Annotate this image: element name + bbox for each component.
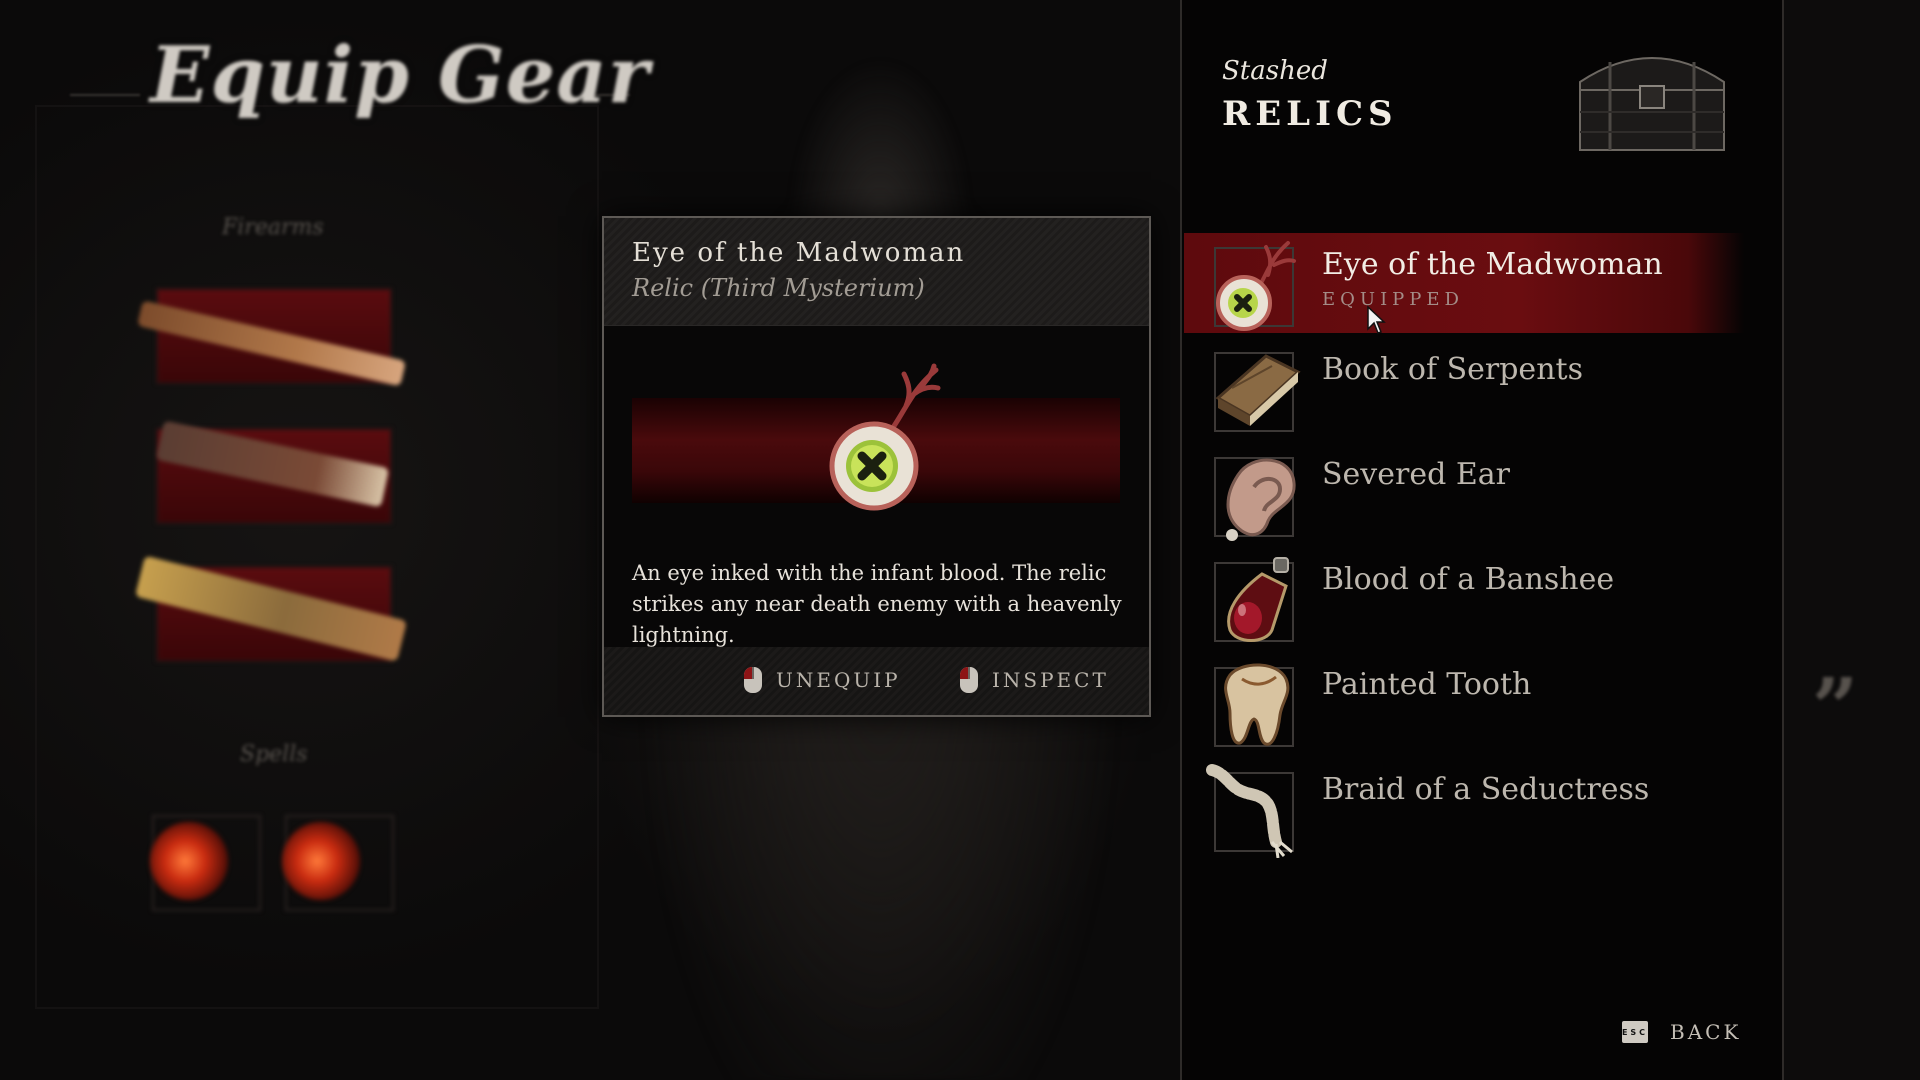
quote-ornament-icon: ”: [1812, 660, 1859, 754]
eye-relic-icon: [796, 348, 976, 528]
left-mouse-icon: [744, 667, 762, 693]
stash-subtitle: Stashed: [1222, 56, 1328, 86]
relic-name: Severed Ear: [1322, 457, 1510, 492]
relic-item-eye-of-the-madwoman[interactable]: Eye of the Madwoman EQUIPPED: [1184, 233, 1744, 333]
book-relic-icon: [1202, 342, 1306, 438]
vial-relic-icon: [1202, 552, 1306, 648]
esc-key-icon: ESC: [1622, 1021, 1648, 1043]
card-actions-bar: UNEQUIP INSPECT: [604, 647, 1149, 715]
card-header: Eye of the Madwoman Relic (Third Mysteri…: [604, 218, 1149, 326]
title-divider-left: [70, 94, 140, 96]
mouse-cursor-icon: [1366, 305, 1386, 335]
stash-title: RELICS: [1222, 94, 1398, 134]
relic-item-blood-of-a-banshee[interactable]: Blood of a Banshee: [1184, 548, 1744, 648]
relic-name: Braid of a Seductress: [1322, 772, 1650, 807]
relic-name: Eye of the Madwoman: [1322, 247, 1663, 282]
flame-spell-icon: [282, 822, 360, 900]
inspect-label: INSPECT: [992, 668, 1109, 692]
stash-panel: Stashed RELICS Eye of the Madwoman EQUIP…: [1180, 0, 1784, 1080]
braid-relic-icon: [1202, 762, 1306, 859]
relic-name: Blood of a Banshee: [1322, 562, 1615, 597]
card-item-name: Eye of the Madwoman: [632, 238, 966, 268]
eye-relic-icon: [1202, 237, 1306, 333]
relic-item-braid-of-a-seductress[interactable]: Braid of a Seductress: [1184, 758, 1744, 859]
firearms-label: Firearms: [222, 215, 324, 240]
screen-title: Equip Gear: [150, 30, 650, 121]
back-label: BACK: [1670, 1020, 1742, 1044]
relic-item-severed-ear[interactable]: Severed Ear: [1184, 443, 1744, 543]
far-right-backdrop: [1784, 0, 1920, 1080]
right-mouse-icon: [960, 667, 978, 693]
relic-name: Book of Serpents: [1322, 352, 1583, 387]
relic-item-painted-tooth[interactable]: Painted Tooth: [1184, 653, 1744, 753]
back-button[interactable]: ESC BACK: [1622, 1020, 1741, 1044]
unequip-label: UNEQUIP: [776, 668, 901, 692]
tooth-relic-icon: [1202, 657, 1306, 753]
chest-icon: [1570, 42, 1734, 160]
relic-item-book-of-serpents[interactable]: Book of Serpents: [1184, 338, 1744, 438]
inspect-button[interactable]: INSPECT: [960, 667, 1109, 693]
card-description: An eye inked with the infant blood. The …: [632, 561, 1122, 647]
relic-detail-card: Eye of the Madwoman Relic (Third Mysteri…: [602, 216, 1151, 717]
ear-relic-icon: [1202, 447, 1306, 543]
fire-spell-icon: [150, 822, 228, 900]
relic-name: Painted Tooth: [1322, 667, 1532, 702]
unequip-button[interactable]: UNEQUIP: [744, 667, 901, 693]
spells-label: Spells: [240, 742, 308, 767]
card-item-type: Relic (Third Mysterium): [632, 274, 925, 302]
equipped-status: EQUIPPED: [1322, 289, 1464, 310]
